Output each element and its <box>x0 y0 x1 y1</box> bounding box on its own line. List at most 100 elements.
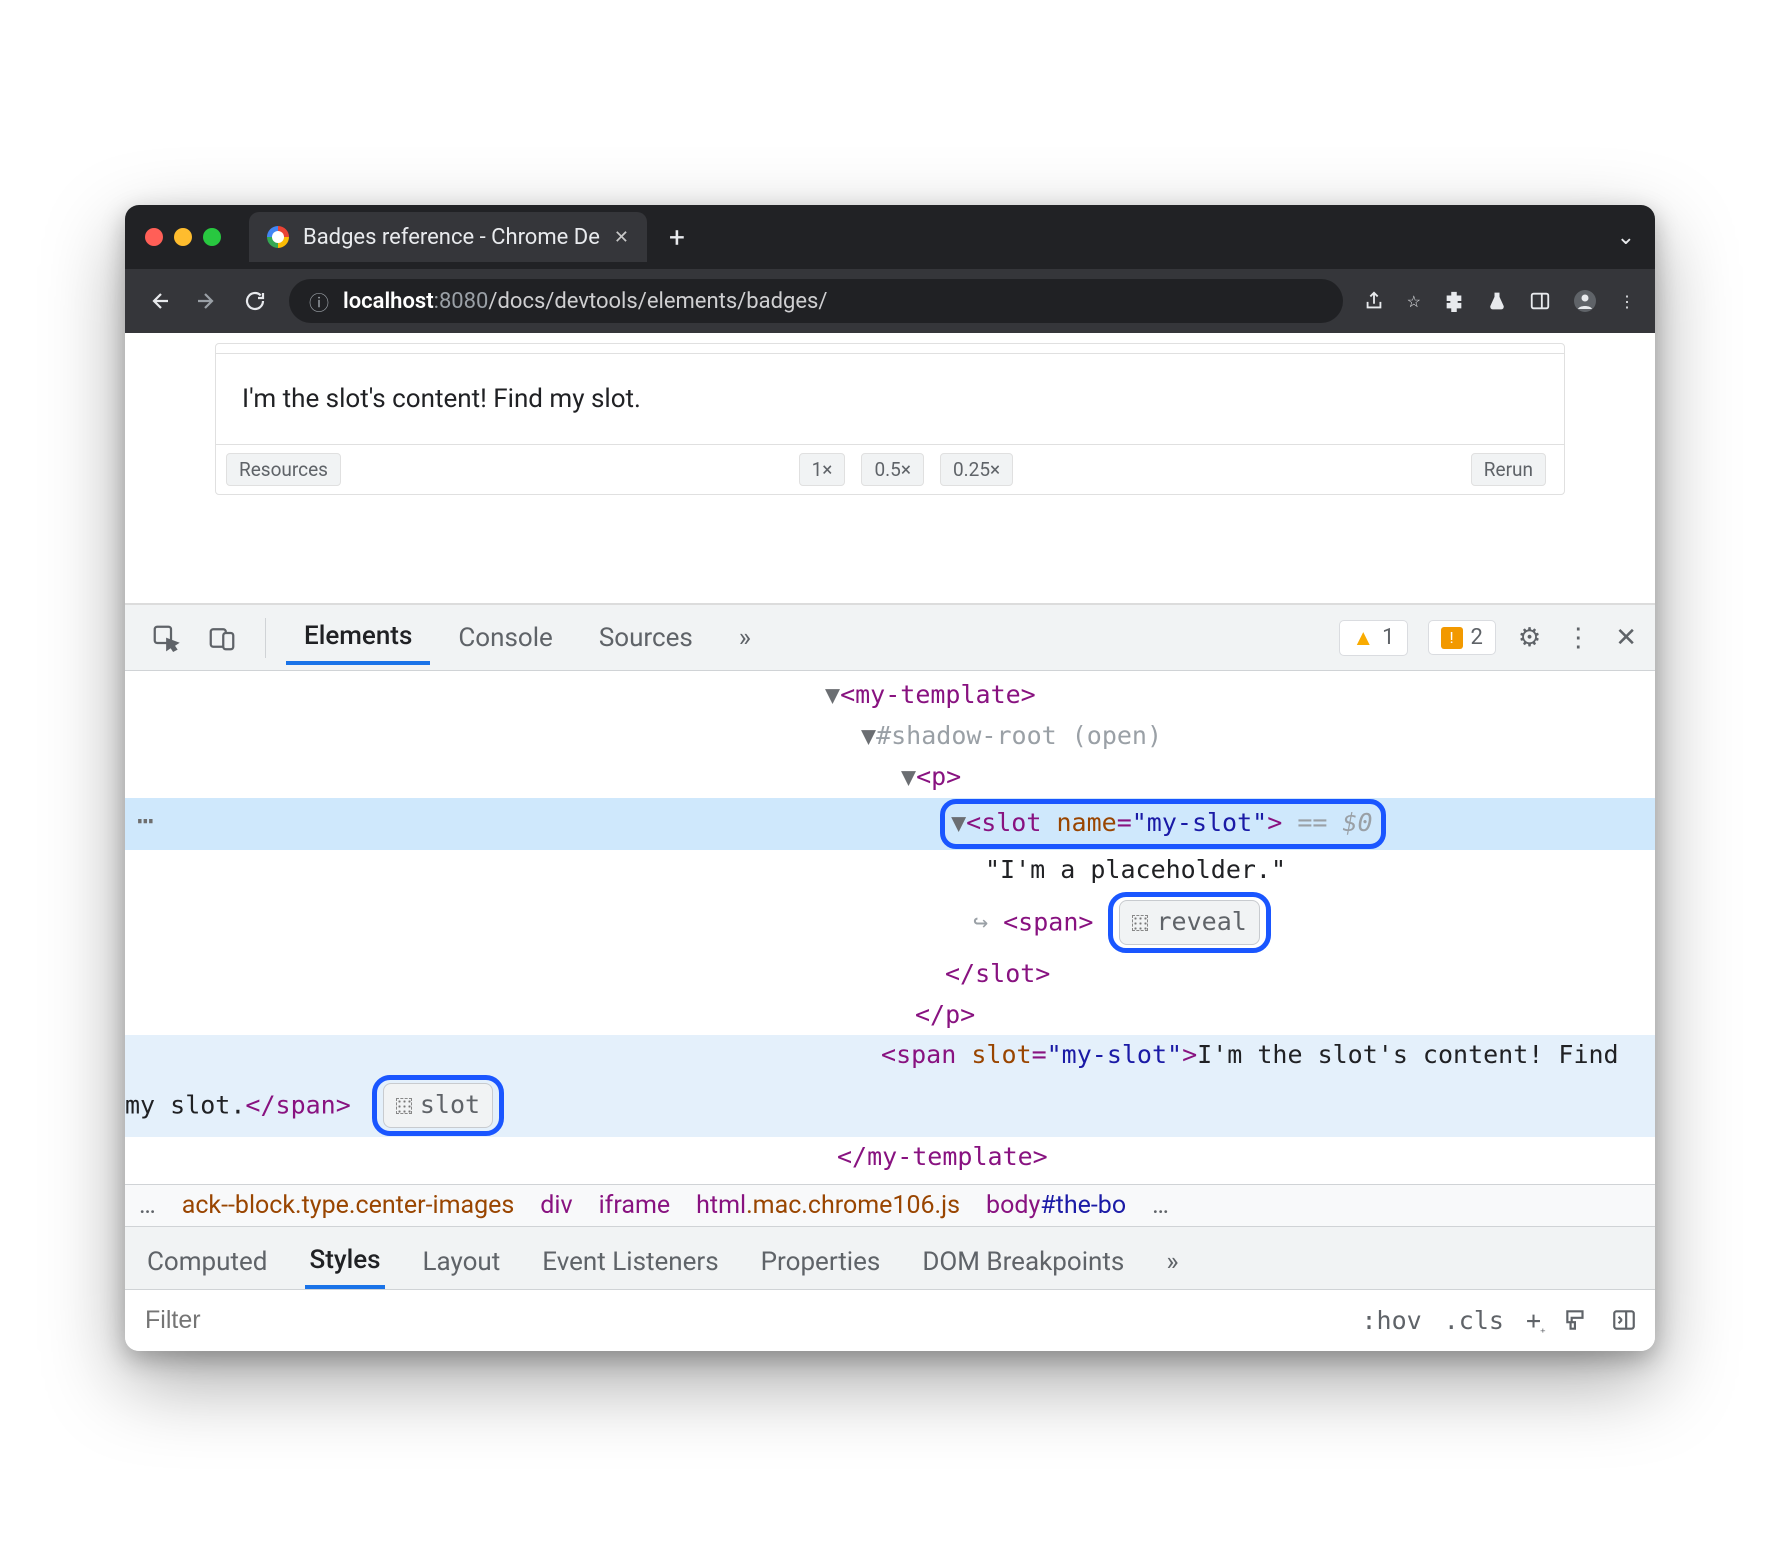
profile-icon[interactable] <box>1573 289 1597 313</box>
dom-breadcrumbs[interactable]: … ack--block.type.center-images div ifra… <box>125 1184 1655 1226</box>
url-port: :8080 <box>434 289 489 314</box>
slot-icon <box>396 1098 412 1114</box>
menu-icon[interactable]: ⋮ <box>1619 292 1635 311</box>
labs-icon[interactable] <box>1487 290 1507 312</box>
crumb[interactable]: html.mac.chrome106.js <box>696 1191 960 1220</box>
extensions-icon[interactable] <box>1443 290 1465 312</box>
new-tab-button[interactable]: + <box>669 221 685 254</box>
attr-value: "my-slot" <box>1047 1040 1182 1069</box>
zoom-05x-button[interactable]: 0.5× <box>861 453 924 486</box>
devtools-menu-icon[interactable]: ⋮ <box>1565 623 1591 653</box>
crumb[interactable]: body#the-bo <box>986 1191 1126 1220</box>
attr-value: "my-slot" <box>1132 808 1267 837</box>
selected-slot-highlight: ▼<slot name="my-slot"> == $0 <box>940 799 1386 850</box>
zoom-1x-button[interactable]: 1× <box>799 453 846 486</box>
tag-slot: slot <box>981 808 1041 837</box>
dom-row[interactable]: </my-template> <box>125 1137 1655 1178</box>
toolbar-icons: ☆ ⋮ <box>1363 289 1635 313</box>
dom-row[interactable]: </p> <box>125 995 1655 1036</box>
reveal-label: reveal <box>1156 903 1246 942</box>
slot-badge-label: slot <box>420 1086 480 1125</box>
tab-elements[interactable]: Elements <box>286 611 430 665</box>
inspect-element-icon[interactable] <box>143 617 189 659</box>
new-style-rule-button[interactable]: + <box>1526 1306 1541 1335</box>
errors-badge[interactable]: !2 <box>1428 620 1496 655</box>
bookmark-icon[interactable]: ☆ <box>1407 292 1421 311</box>
forward-button[interactable] <box>193 287 221 315</box>
site-info-icon[interactable]: ⓘ <box>309 287 329 316</box>
close-devtools-icon[interactable]: ✕ <box>1615 623 1637 653</box>
tab-sources[interactable]: Sources <box>581 613 711 663</box>
dom-tree[interactable]: ▼<my-template> ▼#shadow-root (open) ▼<p>… <box>125 671 1655 1183</box>
tab-title: Badges reference - Chrome De <box>303 225 600 250</box>
row-actions-icon[interactable]: ⋯ <box>137 799 154 842</box>
panel-icon[interactable] <box>1529 290 1551 312</box>
tab-more[interactable]: » <box>721 613 769 663</box>
tabs-dropdown-button[interactable]: ⌄ <box>1617 225 1635 250</box>
device-toolbar-icon[interactable] <box>199 617 245 659</box>
dom-row-selected[interactable]: ⋯ ▼<slot name="my-slot"> == $0 <box>125 798 1655 851</box>
back-button[interactable] <box>145 287 173 315</box>
crumbs-scroll-right[interactable]: … <box>1152 1191 1169 1220</box>
minimize-window-button[interactable] <box>174 228 192 246</box>
browser-tab[interactable]: Badges reference - Chrome De ✕ <box>249 212 647 262</box>
subtab-dom-breakpoints[interactable]: DOM Breakpoints <box>918 1237 1128 1287</box>
reveal-badge[interactable]: reveal <box>1119 900 1259 945</box>
crumb[interactable]: div <box>540 1191 572 1220</box>
text-node: "I'm a placeholder." <box>985 855 1286 884</box>
cls-toggle[interactable]: .cls <box>1444 1306 1504 1335</box>
slot-content-text: I'm the slot's content! Find my slot. <box>216 354 1564 444</box>
tag-my-template-close: </my-template> <box>837 1142 1048 1171</box>
share-icon[interactable] <box>1363 290 1385 312</box>
tab-console[interactable]: Console <box>440 613 570 663</box>
url-path: /docs/devtools/elements/badges/ <box>488 289 827 314</box>
crumb[interactable]: iframe <box>599 1191 671 1220</box>
chrome-favicon-icon <box>267 226 289 248</box>
attr-slot: slot <box>971 1040 1031 1069</box>
dom-row[interactable]: "I'm a placeholder." <box>125 850 1655 891</box>
zoom-025x-button[interactable]: 0.25× <box>940 453 1013 486</box>
maximize-window-button[interactable] <box>203 228 221 246</box>
subtab-layout[interactable]: Layout <box>419 1237 505 1287</box>
dom-row[interactable]: <span slot="my-slot">I'm the slot's cont… <box>125 1035 1655 1137</box>
tag-slot-close: </slot> <box>945 959 1050 988</box>
url-host: localhost <box>343 289 434 314</box>
crumb[interactable]: ack--block.type.center-images <box>182 1191 515 1220</box>
subtab-properties[interactable]: Properties <box>757 1237 885 1287</box>
dom-row[interactable]: ▼<p> <box>125 757 1655 798</box>
title-bar: Badges reference - Chrome De ✕ + ⌄ <box>125 205 1655 269</box>
reload-button[interactable] <box>241 287 269 315</box>
paint-icon[interactable] <box>1563 1307 1589 1333</box>
address-bar[interactable]: ⓘ localhost:8080/docs/devtools/elements/… <box>289 279 1343 323</box>
dom-row[interactable]: ▼#shadow-root (open) <box>125 716 1655 757</box>
resources-button[interactable]: Resources <box>226 453 341 486</box>
hov-toggle[interactable]: :hov <box>1362 1306 1422 1335</box>
subtab-computed[interactable]: Computed <box>143 1237 271 1287</box>
reveal-icon <box>1132 915 1148 931</box>
close-tab-button[interactable]: ✕ <box>614 227 629 248</box>
rerun-button[interactable]: Rerun <box>1471 453 1546 486</box>
slot-badge[interactable]: slot <box>383 1083 493 1128</box>
url-bar: ⓘ localhost:8080/docs/devtools/elements/… <box>125 269 1655 333</box>
dom-row[interactable]: </slot> <box>125 954 1655 995</box>
settings-icon[interactable]: ⚙ <box>1518 623 1541 653</box>
page-demo-box: I'm the slot's content! Find my slot. Re… <box>215 343 1565 495</box>
subtab-styles[interactable]: Styles <box>305 1235 384 1289</box>
tag-p-open: <p> <box>916 762 961 791</box>
close-window-button[interactable] <box>145 228 163 246</box>
traffic-lights <box>145 228 221 246</box>
browser-window: Badges reference - Chrome De ✕ + ⌄ ⓘ loc… <box>125 205 1655 1350</box>
toggle-sidebar-icon[interactable] <box>1611 1307 1637 1333</box>
warnings-badge[interactable]: ▲1 <box>1339 620 1407 656</box>
tag-p-close: </p> <box>915 1000 975 1029</box>
styles-filter-input[interactable] <box>143 1300 1344 1341</box>
demo-toolbar: Resources 1× 0.5× 0.25× Rerun <box>216 444 1564 494</box>
dom-row[interactable]: ↪ <span> reveal <box>125 891 1655 954</box>
devtools-tab-bar: Elements Console Sources » ▲1 !2 ⚙ ⋮ ✕ <box>125 605 1655 671</box>
subtab-more[interactable]: » <box>1162 1237 1182 1287</box>
crumbs-scroll-left[interactable]: … <box>139 1191 156 1220</box>
subtab-event-listeners[interactable]: Event Listeners <box>538 1237 722 1287</box>
shadow-root-label: #shadow-root (open) <box>876 721 1162 750</box>
console-reference: == $0 <box>1297 808 1372 837</box>
dom-row[interactable]: ▼<my-template> <box>125 675 1655 716</box>
